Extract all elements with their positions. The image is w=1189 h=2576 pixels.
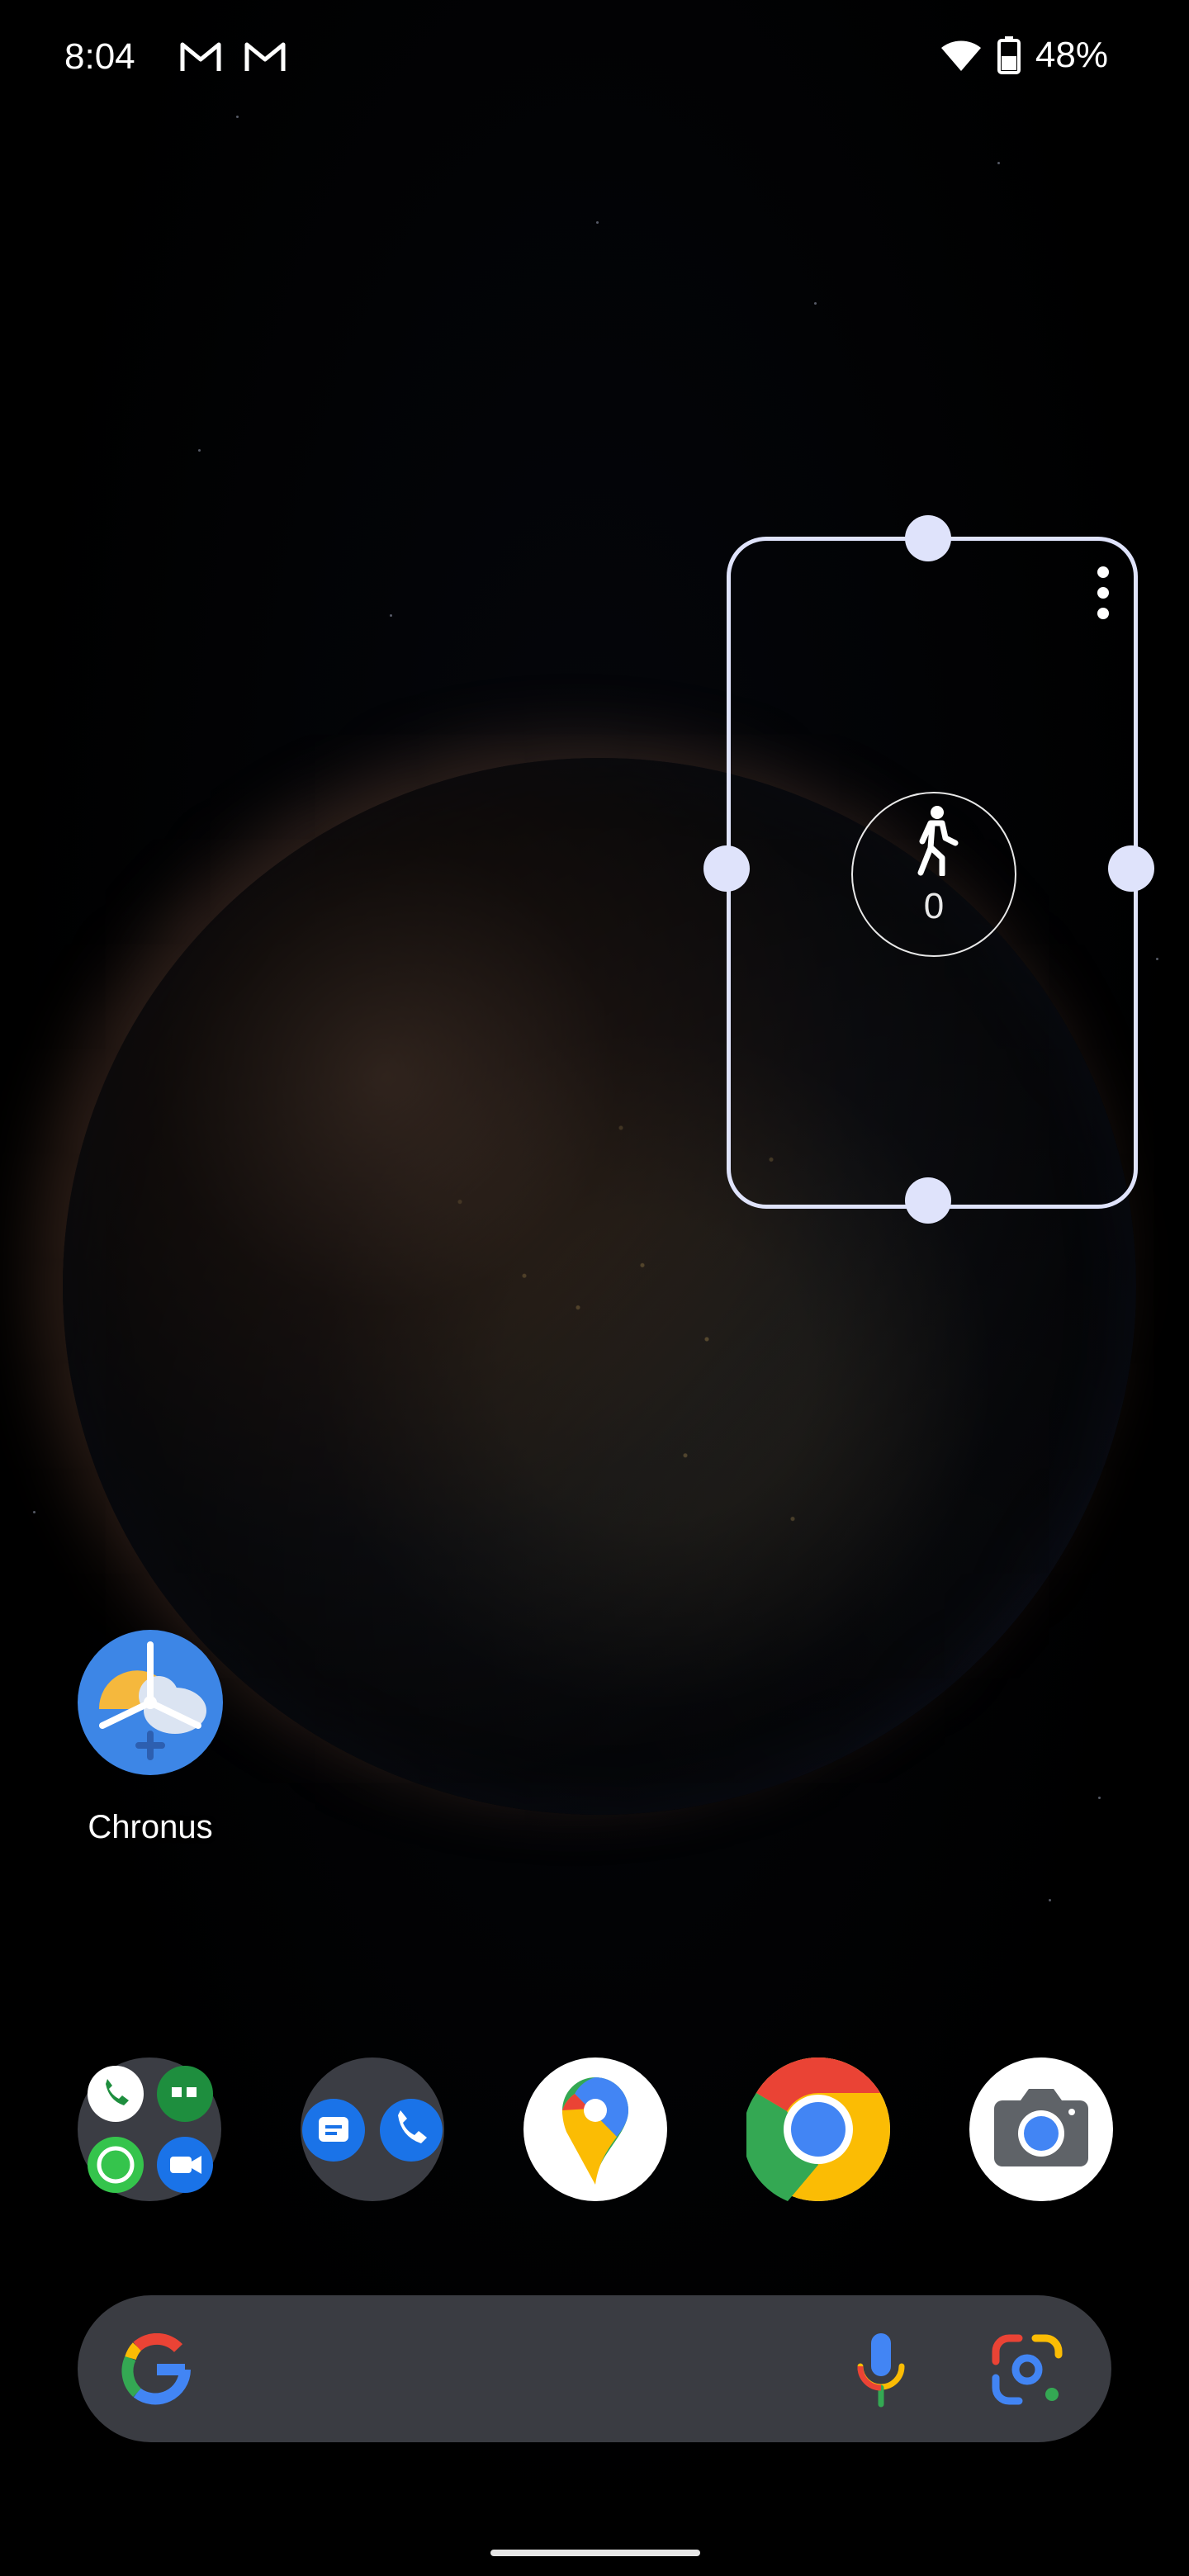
star: [390, 614, 392, 617]
chrome-icon: [742, 2057, 890, 2201]
wifi-icon: [940, 40, 981, 71]
star: [997, 162, 1000, 164]
battery-percent: 48%: [1035, 35, 1108, 75]
phone-icon: [380, 2099, 443, 2162]
resize-handle-left[interactable]: [703, 845, 750, 892]
google-g-icon: [121, 2333, 191, 2405]
messages-icon: [302, 2099, 365, 2162]
dock-folder-messages[interactable]: [301, 2057, 444, 2201]
star: [198, 449, 201, 452]
walking-person-icon: [917, 806, 959, 876]
dock-app-maps[interactable]: [523, 2057, 667, 2201]
status-time: 8:04: [64, 36, 135, 77]
dock-app-camera[interactable]: [969, 2057, 1113, 2201]
google-maps-icon: [562, 2077, 628, 2185]
duo-icon: [157, 2137, 213, 2193]
resize-handle-top[interactable]: [905, 515, 951, 561]
status-right: 48%: [940, 35, 1108, 76]
mic-icon[interactable]: [854, 2330, 908, 2409]
home-screen: 8:04 48% 0 Chronus: [0, 0, 1189, 2576]
star: [1098, 1797, 1101, 1799]
gmail-icon: [180, 42, 221, 71]
google-lens-icon[interactable]: [991, 2333, 1063, 2406]
step-counter-widget[interactable]: 0: [727, 537, 1138, 1209]
folder-icons: [88, 2066, 213, 2193]
app-chronus[interactable]: Chronus: [78, 1630, 223, 1846]
star: [814, 302, 817, 305]
dock-app-chrome[interactable]: [742, 2057, 890, 2201]
camera-icon: [994, 2089, 1088, 2166]
resize-handle-right[interactable]: [1108, 845, 1154, 892]
resize-handle-bottom[interactable]: [905, 1177, 951, 1224]
phone-icon: [88, 2066, 144, 2122]
hangouts-icon: [157, 2066, 213, 2122]
battery-icon: [997, 36, 1021, 74]
dock-folder-communication[interactable]: [78, 2057, 221, 2201]
more-vertical-icon[interactable]: [1091, 564, 1116, 622]
gmail-icon: [244, 42, 286, 71]
step-counter-ring: 0: [851, 792, 1016, 957]
google-search-bar[interactable]: [78, 2295, 1111, 2442]
step-count: 0: [923, 886, 945, 926]
star: [1156, 958, 1158, 960]
star: [236, 116, 239, 118]
star: [33, 1511, 36, 1513]
whatsapp-icon: [88, 2137, 144, 2193]
navigation-handle[interactable]: [490, 2550, 700, 2556]
star: [1049, 1899, 1051, 1901]
star: [596, 221, 599, 224]
folder-icons: [302, 2099, 443, 2162]
status-bar: 8:04 48%: [0, 0, 1189, 116]
chronus-weather-icon: [78, 1630, 223, 1775]
app-label-chronus: Chronus: [88, 1809, 213, 1845]
